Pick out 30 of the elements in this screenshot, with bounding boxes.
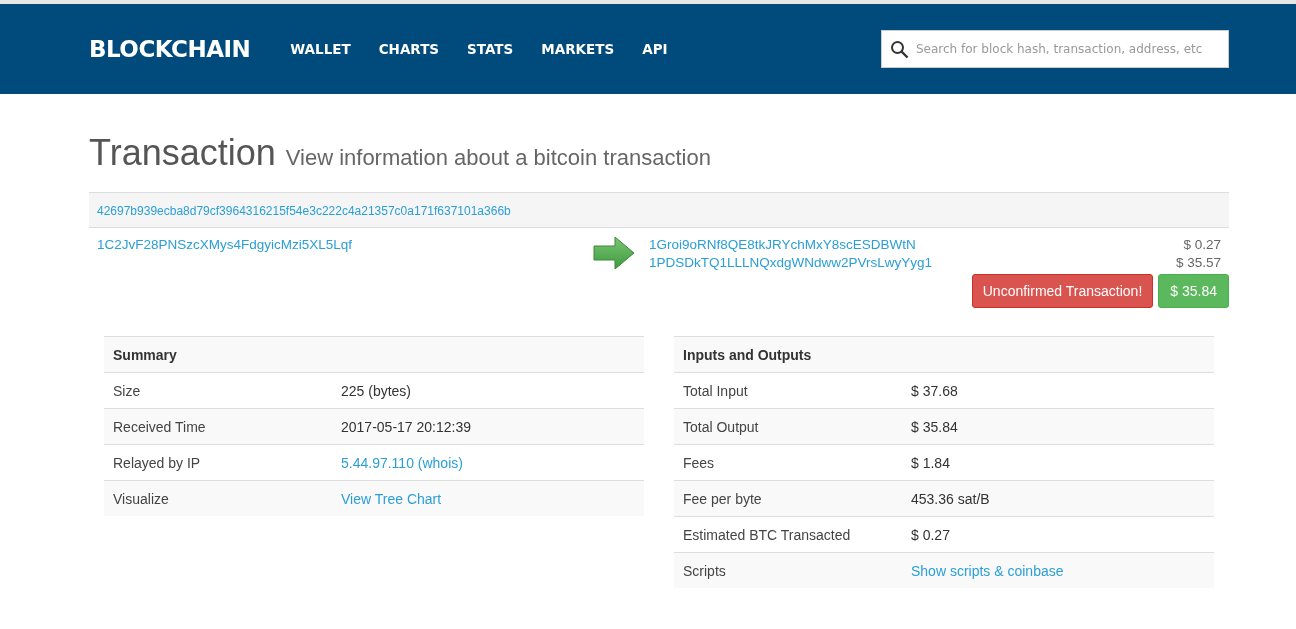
output-address-link[interactable]: 1Groi9oRNf8QE8tkJRYchMxY8scESDBWtN bbox=[649, 237, 916, 252]
table-cell: $ 35.84 bbox=[902, 408, 1214, 445]
output-amount: $ 35.57 bbox=[1175, 255, 1221, 270]
table-cell: Visualize bbox=[104, 480, 332, 516]
table-cell: 453.36 sat/B bbox=[902, 480, 1214, 517]
logo[interactable]: BLOCKCHAIN bbox=[89, 36, 251, 62]
nav-link[interactable]: API bbox=[642, 41, 668, 57]
transaction-hash-link[interactable]: 42697b939ecba8d79cf3964316215f54e3c222c4a21357c0a171f637101a366b bbox=[97, 204, 511, 218]
table-header: Summary bbox=[104, 336, 644, 373]
input-address-link[interactable]: 1C2JvF28PNSzcXMys4FdgyicMzi5XL5Lqf bbox=[97, 237, 353, 252]
table-cell: Scripts bbox=[674, 552, 902, 588]
unconfirmed-status-badge: Unconfirmed Transaction! bbox=[971, 274, 1154, 308]
table-cell: Total Output bbox=[674, 408, 902, 445]
table-cell: 2017-05-17 20:12:39 bbox=[332, 408, 644, 445]
nav-link[interactable]: STATS bbox=[467, 41, 514, 57]
table-header: Inputs and Outputs bbox=[674, 336, 1214, 373]
table-cell: Received Time bbox=[104, 408, 332, 445]
table-link[interactable]: View Tree Chart bbox=[341, 490, 442, 507]
right-arrow-icon bbox=[593, 236, 635, 270]
nav-link[interactable]: MARKETS bbox=[541, 41, 615, 57]
table-link[interactable]: 5.44.97.110 (whois) bbox=[341, 454, 463, 471]
page-title: Transaction bbox=[89, 132, 276, 174]
nav-link[interactable]: CHARTS bbox=[378, 41, 440, 57]
table-cell: Fee per byte bbox=[674, 480, 902, 517]
output-address-link[interactable]: 1PDSDkTQ1LLLNQxdgWNdww2PVrsLwyYyg1 bbox=[649, 255, 933, 270]
total-amount-badge: $ 35.84 bbox=[1158, 274, 1229, 308]
page-subtitle: View information about a bitcoin transaction bbox=[285, 145, 711, 171]
output-amount: $ 0.27 bbox=[1183, 237, 1221, 252]
search-field[interactable]: Search for block hash, transaction, address, etc bbox=[881, 30, 1229, 68]
nav-link[interactable]: WALLET bbox=[290, 41, 351, 57]
